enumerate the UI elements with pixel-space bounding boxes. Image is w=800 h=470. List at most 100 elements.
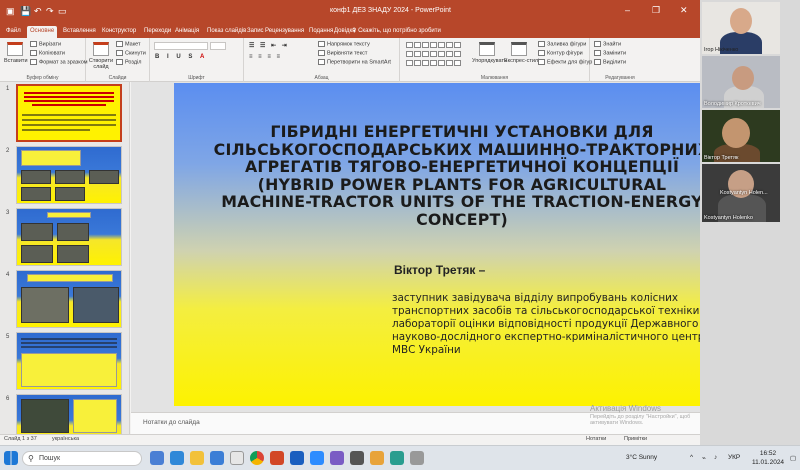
close-button[interactable]: ✕ (680, 5, 688, 16)
slideshow-icon[interactable]: ▭ (58, 6, 67, 17)
file-explorer-icon[interactable] (190, 451, 204, 465)
font-group-label: Шрифт (188, 75, 205, 81)
tab-review[interactable]: Рецензування (262, 26, 307, 38)
notes-toggle[interactable]: Нотатки (586, 436, 606, 442)
thumb-title-line (24, 96, 114, 98)
notifications-icon[interactable]: ▢ (790, 454, 796, 462)
reset-button[interactable]: Скинути (116, 50, 146, 56)
current-slide[interactable]: ГІБРИДНІ ЕНЕРГЕТИЧНІ УСТАНОВКИ ДЛЯ СІЛЬС… (174, 83, 747, 406)
app-icon[interactable] (230, 451, 244, 465)
paste-button[interactable]: Вставити (4, 42, 28, 64)
font-size-select[interactable] (210, 42, 226, 50)
undo-icon[interactable]: ↶ (34, 6, 42, 17)
tab-insert[interactable]: Вставлення (60, 26, 99, 38)
font-color-button[interactable]: A (200, 54, 207, 60)
tell-me-search[interactable]: ⚲ Скажіть, що потрібно зробити (352, 27, 441, 34)
zoom-icon[interactable] (310, 451, 324, 465)
slide-thumbnail-6[interactable] (16, 394, 122, 434)
quick-styles-button[interactable]: Експрес-стилі (504, 42, 539, 64)
taskbar-clock[interactable]: 16:52 11.01.2024 (752, 449, 784, 467)
section-button[interactable]: Розділ (116, 59, 141, 65)
paragraph-group-label: Абзац (314, 75, 329, 81)
task-view-icon[interactable] (150, 451, 164, 465)
thumb-number: 6 (6, 396, 10, 402)
arrange-button[interactable]: Упорядкувати (472, 42, 507, 64)
powerpoint-icon[interactable] (270, 451, 284, 465)
app-icon[interactable] (330, 451, 344, 465)
edge-icon[interactable] (170, 451, 184, 465)
thumb-photo (57, 223, 89, 241)
store-icon[interactable] (210, 451, 224, 465)
comments-toggle[interactable]: Примітки (624, 436, 647, 442)
thumbnail-pane[interactable]: 1 2 3 4 5 6 (0, 82, 130, 434)
list-buttons[interactable]: ☰ ☰ ⇤ ⇥ (249, 42, 289, 49)
smartart-button[interactable]: Перетворити на SmartArt (318, 59, 391, 65)
save-icon[interactable]: 💾 (20, 6, 31, 17)
layout-label: Макет (125, 41, 141, 48)
font-format-buttons[interactable]: B I U S (155, 54, 195, 60)
new-slide-label: Створити слайд (88, 58, 114, 70)
cut-button[interactable]: Вирізати (30, 41, 61, 47)
chrome-icon[interactable] (250, 451, 264, 465)
slide-thumbnail-4[interactable] (16, 270, 122, 328)
start-icon[interactable] (4, 451, 18, 465)
tab-transitions[interactable]: Переходи (141, 26, 174, 38)
shape-outline-button[interactable]: Контур фігури (538, 50, 583, 56)
thumb-number: 3 (6, 210, 10, 216)
replace-button[interactable]: Замінити (594, 50, 626, 56)
app-icon[interactable] (390, 451, 404, 465)
keyboard-language[interactable]: УКР (728, 454, 740, 461)
shape-effects-button[interactable]: Ефекти для фігур (538, 59, 592, 65)
find-button[interactable]: Знайти (594, 41, 621, 47)
copy-button[interactable]: Копіювати (30, 50, 65, 56)
participant-tile[interactable]: Володимир Кроткевич (702, 56, 780, 108)
slide-thumbnail-1[interactable] (16, 84, 122, 142)
minimize-button[interactable]: – (625, 5, 630, 15)
slide-thumbnail-2[interactable] (16, 146, 122, 204)
new-slide-button[interactable]: Створити слайд (88, 42, 114, 70)
participant-tile[interactable]: Ігор Нікіченко (702, 2, 780, 54)
shape-fill-button[interactable]: Заливка фігури (538, 41, 586, 47)
find-label: Знайти (603, 41, 622, 48)
shapes-gallery[interactable] (406, 42, 466, 68)
taskbar-search[interactable]: ⚲ Пошук (22, 451, 142, 466)
text-direction-button[interactable]: Напрямок тексту (318, 41, 370, 47)
brush-icon (30, 59, 37, 65)
slide-title[interactable]: ГІБРИДНІ ЕНЕРГЕТИЧНІ УСТАНОВКИ ДЛЯ СІЛЬС… (210, 123, 714, 228)
app-icon[interactable] (410, 451, 424, 465)
redo-icon[interactable]: ↷ (46, 6, 54, 17)
clipboard-group: Вставити Вирізати Копіювати Формат за зр… (0, 38, 88, 82)
slide-thumbnail-3[interactable] (16, 208, 122, 266)
tray-chevron-icon[interactable]: ^ (690, 454, 693, 461)
network-icon[interactable]: ⌁ (702, 454, 706, 462)
slide-author[interactable]: Віктор Третяк – (394, 263, 485, 277)
align-buttons[interactable]: ≡ ≡ ≡ ≡ (249, 54, 282, 60)
restore-button[interactable]: ❐ (652, 5, 660, 16)
font-name-select[interactable] (154, 42, 208, 50)
tab-file[interactable]: Файл (3, 26, 24, 38)
format-painter-button[interactable]: Формат за зразком (30, 59, 88, 65)
app-icon[interactable] (370, 451, 384, 465)
tab-slideshow[interactable]: Показ слайдів (204, 26, 249, 38)
participant-name: Kostyantyn Holenko (704, 215, 753, 221)
language-indicator[interactable]: українська (52, 436, 79, 442)
paragraph-group: ☰ ☰ ⇤ ⇥ ≡ ≡ ≡ ≡ Напрямок тексту Вирівнят… (244, 38, 400, 82)
layout-button[interactable]: Макет (116, 41, 141, 47)
slide-description[interactable]: заступник завідувача відділу випробувань… (392, 292, 722, 357)
thumb-photo (89, 170, 119, 184)
participant-tile-active[interactable]: Kostyantyn Holen... Kostyantyn Holenko (702, 164, 780, 222)
volume-icon[interactable]: ♪ (714, 454, 717, 461)
select-button[interactable]: Виділити (594, 59, 626, 65)
tab-design[interactable]: Конструктор (99, 26, 139, 38)
autosave-icon[interactable]: ▣ (6, 6, 15, 17)
tab-animations[interactable]: Анімація (172, 26, 202, 38)
weather-widget[interactable]: 3°C Sunny (626, 454, 657, 461)
participant-tile[interactable]: Віктор Третяк (702, 110, 780, 162)
word-icon[interactable] (290, 451, 304, 465)
slides-group: Створити слайд Макет Скинути Розділ Слай… (86, 38, 150, 82)
app-icon[interactable] (350, 451, 364, 465)
slide-thumbnail-5[interactable] (16, 332, 122, 390)
align-text-button[interactable]: Вирівняти текст (318, 50, 367, 56)
tab-home[interactable]: Основне (27, 26, 58, 38)
windows-taskbar: ⚲ Пошук 3°C Sunny ^ ⌁ ♪ УКР 16:52 11.01.… (0, 445, 800, 470)
